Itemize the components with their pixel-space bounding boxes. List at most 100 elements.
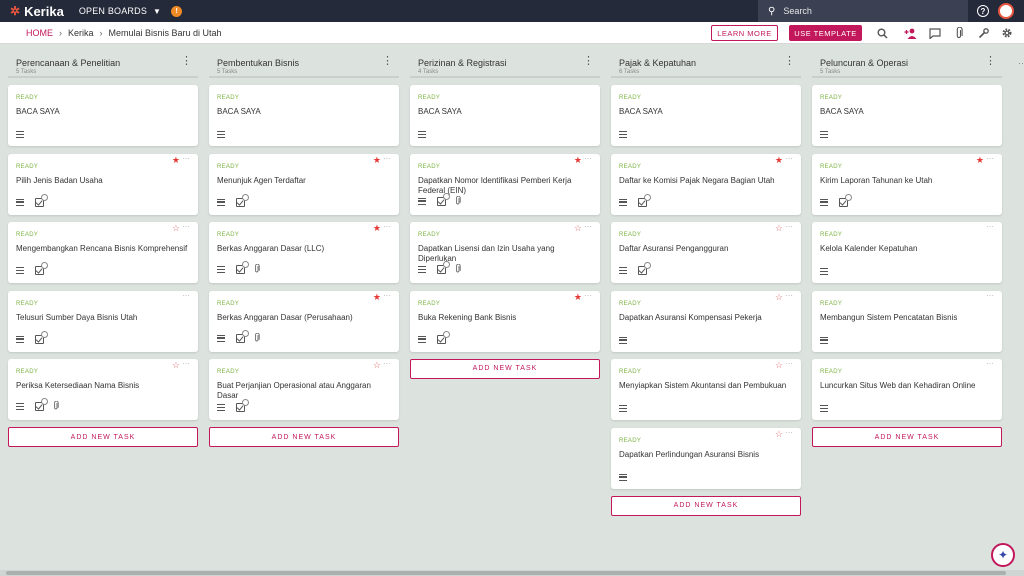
task-title: Luncurkan Situs Web dan Kehadiran Online xyxy=(820,381,976,390)
star-filled-icon[interactable]: ★ xyxy=(373,292,381,303)
paperclip-icon[interactable] xyxy=(952,26,966,40)
task-card[interactable]: READY Daftar ke Komisi Pajak Negara Bagia… xyxy=(611,153,801,215)
task-card[interactable]: READY Buka Rekening Bank Bisnis ⋯ ★ xyxy=(410,290,600,352)
star-outline-icon[interactable]: ☆ xyxy=(775,429,783,440)
task-title: Membangun Sistem Pencatatan Bisnis xyxy=(820,312,958,322)
task-card[interactable]: READY BACA SAYA xyxy=(611,85,801,146)
star-outline-icon[interactable]: ☆ xyxy=(373,360,381,371)
card-more-icon[interactable]: ⋯ xyxy=(785,154,793,163)
column-header[interactable]: Pajak & Kepatuhan 6 Tasks ⋮ xyxy=(611,52,801,78)
star-filled-icon[interactable]: ★ xyxy=(574,155,582,166)
avatar[interactable] xyxy=(998,3,1014,19)
task-card[interactable]: READY Membangun Sistem Pencatatan Bisnis ⋯ xyxy=(812,290,1002,352)
add-new-task-button[interactable]: ADD NEW TASK xyxy=(209,427,399,447)
checklist-badge xyxy=(845,193,852,201)
card-more-icon[interactable]: ⋯ xyxy=(584,291,592,300)
task-card[interactable]: READY Kelola Kalender Kepatuhan ⋯ xyxy=(812,222,1002,283)
card-more-icon[interactable]: ⋯ xyxy=(785,222,793,231)
open-boards-menu[interactable]: OPEN BOARDS ▼ xyxy=(79,6,161,16)
star-outline-icon[interactable]: ☆ xyxy=(574,223,582,234)
card-more-icon[interactable]: ⋯ xyxy=(986,154,994,163)
org-badge-icon[interactable]: ! xyxy=(171,5,183,17)
card-more-icon[interactable]: ⋯ xyxy=(785,428,793,437)
card-more-icon[interactable]: ⋯ xyxy=(182,222,190,231)
search-input[interactable]: ⚲ Search xyxy=(758,0,968,22)
kerika-logo[interactable]: ✲ Kerika xyxy=(10,4,64,19)
chat-icon[interactable] xyxy=(928,26,942,40)
add-new-task-button[interactable]: ADD NEW TASK xyxy=(410,358,600,379)
star-outline-icon[interactable]: ☆ xyxy=(775,360,783,371)
task-card[interactable]: READY Dapatkan Perlindungan Asuransi Bisn… xyxy=(611,427,801,489)
checklist-badge xyxy=(443,261,450,268)
learn-more-button[interactable]: LEARN MORE xyxy=(711,25,778,41)
star-outline-icon[interactable]: ☆ xyxy=(172,360,180,371)
task-card[interactable]: READY BACA SAYA xyxy=(209,85,399,146)
breadcrumb-org[interactable]: Kerika xyxy=(68,28,94,38)
more-vert-icon[interactable]: ⋮ xyxy=(985,56,996,67)
card-more-icon[interactable]: ⋯ xyxy=(182,154,190,163)
scrollbar-thumb[interactable] xyxy=(6,571,1006,575)
card-more-icon[interactable]: ⋯ xyxy=(986,222,994,231)
add-person-icon[interactable] xyxy=(903,26,917,40)
star-filled-icon[interactable]: ★ xyxy=(574,292,582,303)
task-card[interactable]: READY Luncurkan Situs Web dan Kehadiran O… xyxy=(812,359,1002,420)
checklist-badge xyxy=(242,399,249,406)
column-header[interactable]: Perencanaan & Penelitian 5 Tasks ⋮ xyxy=(8,52,198,78)
task-card[interactable]: READY BACA SAYA xyxy=(410,85,600,146)
card-more-icon[interactable]: ⋯ xyxy=(785,359,793,368)
task-card[interactable]: READY Dapatkan Asuransi Kompensasi Pekerj… xyxy=(611,290,801,352)
card-more-icon[interactable]: ⋯ xyxy=(584,154,592,163)
card-more-icon[interactable]: ⋯ xyxy=(584,222,592,231)
task-card[interactable]: READY Pilih Jenis Badan Usaha ⋯ ★ xyxy=(8,153,198,215)
card-more-icon[interactable]: ⋯ xyxy=(986,291,994,300)
card-more-icon[interactable]: ⋯ xyxy=(383,359,391,368)
column-header[interactable]: Perizinan & Registrasi 4 Tasks ⋮ xyxy=(410,52,600,78)
wrench-icon[interactable] xyxy=(976,26,990,40)
use-template-button[interactable]: USE TEMPLATE xyxy=(789,25,862,41)
star-outline-icon[interactable]: ☆ xyxy=(172,223,180,234)
gear-icon[interactable] xyxy=(1000,26,1014,40)
task-card[interactable]: READY Menyiapkan Sistem Akuntansi dan Pem… xyxy=(611,359,801,420)
add-new-task-button[interactable]: ADD NEW TASK xyxy=(611,495,801,516)
task-card[interactable]: READY Kirim Laporan Tahunan ke Utah ⋯ ★ xyxy=(812,153,1002,215)
checklist-icon xyxy=(638,193,651,207)
more-vert-icon[interactable]: ⋮ xyxy=(784,56,795,67)
task-card[interactable]: READY Buat Perjanjian Operasional atau An… xyxy=(209,359,399,420)
assistant-sparkle-icon[interactable]: ✦ xyxy=(991,543,1015,567)
star-outline-icon[interactable]: ☆ xyxy=(775,223,783,234)
more-vert-icon[interactable]: ⋮ xyxy=(181,56,192,67)
search-icon[interactable] xyxy=(875,26,889,40)
column-header[interactable]: Peluncuran & Operasi 5 Tasks ⋮ xyxy=(812,52,1002,78)
task-card[interactable]: READY Dapatkan Nomor Identifikasi Pemberi… xyxy=(410,153,600,215)
more-vert-icon[interactable]: ⋮ xyxy=(583,56,594,67)
add-new-task-button[interactable]: ADD NEW TASK xyxy=(812,427,1002,447)
add-new-task-button[interactable]: ADD NEW TASK xyxy=(8,427,198,447)
star-filled-icon[interactable]: ★ xyxy=(976,155,984,166)
card-more-icon[interactable]: ⋯ xyxy=(986,359,994,368)
task-card[interactable]: READY Telusuri Sumber Daya Bisnis Utah ⋯ xyxy=(8,290,198,352)
card-more-icon[interactable]: ⋯ xyxy=(383,154,391,163)
help-icon[interactable]: ? xyxy=(977,5,989,17)
card-more-icon[interactable]: ⋯ xyxy=(383,222,391,231)
task-card[interactable]: READY Dapatkan Lisensi dan Izin Usaha yan… xyxy=(410,222,600,283)
task-card[interactable]: READY Daftar Asuransi Pengangguran ⋯ ☆ xyxy=(611,222,801,283)
star-outline-icon[interactable]: ☆ xyxy=(775,292,783,303)
task-card[interactable]: READY Berkas Anggaran Dasar (LLC) ⋯ ★ xyxy=(209,222,399,283)
task-card[interactable]: READY Berkas Anggaran Dasar (Perusahaan) ⋯… xyxy=(209,290,399,352)
card-more-icon[interactable]: ⋯ xyxy=(182,359,190,368)
task-card[interactable]: READY BACA SAYA xyxy=(812,85,1002,146)
column-header[interactable]: Pembentukan Bisnis 5 Tasks ⋮ xyxy=(209,52,399,78)
star-filled-icon[interactable]: ★ xyxy=(373,223,381,234)
card-more-icon[interactable]: ⋯ xyxy=(785,291,793,300)
task-card[interactable]: READY Periksa Ketersediaan Nama Bisnis ⋯ ☆ xyxy=(8,359,198,420)
more-vert-icon[interactable]: ⋮ xyxy=(382,56,393,67)
star-filled-icon[interactable]: ★ xyxy=(373,155,381,166)
star-filled-icon[interactable]: ★ xyxy=(172,155,180,166)
task-card[interactable]: READY Menunjuk Agen Terdaftar ⋯ ★ xyxy=(209,153,399,215)
breadcrumb-home[interactable]: HOME xyxy=(26,28,53,38)
task-card[interactable]: READY BACA SAYA xyxy=(8,85,198,146)
card-more-icon[interactable]: ⋯ xyxy=(182,291,190,300)
card-more-icon[interactable]: ⋯ xyxy=(383,291,391,300)
task-card[interactable]: READY Mengembangkan Rencana Bisnis Kompre… xyxy=(8,222,198,283)
star-filled-icon[interactable]: ★ xyxy=(775,155,783,166)
